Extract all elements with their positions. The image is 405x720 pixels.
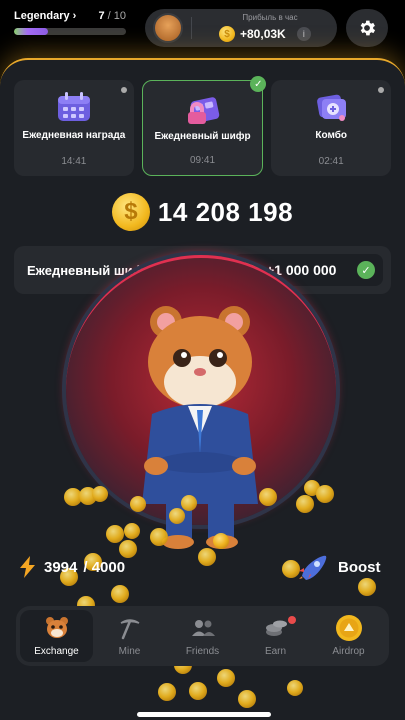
gear-icon — [360, 20, 376, 36]
card-daily-reward[interactable]: Ежедневная награда 14:41 — [14, 80, 134, 176]
nav-label: Airdrop — [332, 646, 365, 657]
hamster-icon — [43, 614, 71, 642]
balance: $ 14 208 198 — [0, 190, 405, 234]
cipher-reward-value: +1 000 000 — [266, 262, 337, 278]
profit-label: Прибыль в час — [242, 13, 298, 22]
boost-button[interactable]: Boost — [298, 554, 381, 580]
level-current: 7 — [98, 10, 105, 22]
combo-cards-icon — [317, 94, 347, 121]
card-title: Комбо — [315, 130, 347, 141]
avatar[interactable] — [153, 13, 183, 43]
check-icon: ✓ — [357, 261, 375, 279]
calendar-icon — [57, 92, 90, 121]
home-indicator — [137, 712, 271, 717]
level-progress-bar — [14, 28, 126, 35]
profit-value: +80,03K — [240, 27, 286, 41]
bottom-nav: Exchange Mine Friends Earn Airdrop — [16, 606, 389, 666]
dollar-coin-icon: $ — [111, 193, 150, 231]
nav-label: Exchange — [34, 646, 79, 657]
level-count: 7 / 10 — [98, 10, 126, 22]
pickaxe-icon — [116, 614, 144, 642]
top-bar: Legendary › 7 / 10 Прибыль в час $ +80,0… — [0, 0, 405, 60]
energy-current: 3994 — [44, 558, 78, 576]
hamster-character[interactable] — [130, 294, 270, 554]
card-title: Ежедневный шифр — [154, 131, 251, 142]
card-timer: 14:41 — [61, 156, 87, 167]
energy: 3994 / 4000 — [18, 556, 125, 578]
nav-earn[interactable]: Earn — [239, 610, 312, 662]
coins-icon — [262, 614, 290, 642]
check-icon: ✓ — [250, 76, 267, 92]
friends-icon — [189, 614, 217, 642]
energy-max: / 4000 — [83, 558, 126, 576]
coin-icon: $ — [219, 26, 235, 42]
balance-value: 14 208 198 — [157, 196, 294, 227]
notification-dot — [378, 87, 385, 93]
nav-mine[interactable]: Mine — [93, 610, 166, 662]
nav-label: Earn — [264, 646, 287, 657]
chevron-right-icon: › — [72, 10, 77, 22]
nav-label: Mine — [118, 646, 141, 657]
level-progress[interactable]: Legendary › 7 / 10 — [14, 10, 126, 35]
level-name: Legendary — [14, 10, 70, 22]
card-daily-cipher[interactable]: ✓ Ежедневный шифр 09:41 — [141, 76, 267, 176]
nav-exchange[interactable]: Exchange — [20, 610, 93, 662]
notification-dot — [288, 616, 296, 624]
nav-friends[interactable]: Friends — [166, 610, 239, 662]
card-title: Ежедневная награда — [22, 130, 126, 141]
lock-icon — [187, 97, 219, 124]
settings-button[interactable] — [346, 9, 388, 47]
card-timer: 09:41 — [189, 155, 216, 166]
profit-per-hour[interactable]: Прибыль в час $ +80,03K i — [145, 9, 337, 47]
card-timer: 02:41 — [318, 156, 344, 167]
daily-cards: Ежедневная награда 14:41 ✓ Ежедневный ши… — [14, 76, 392, 176]
card-combo[interactable]: Комбо 02:41 — [271, 80, 392, 176]
boost-label: Boost — [338, 558, 381, 576]
notification-dot — [120, 87, 127, 93]
nav-label: Friends — [185, 646, 220, 657]
level-progress-fill — [14, 28, 48, 35]
level-label[interactable]: Legendary › — [14, 10, 76, 22]
level-total: / 10 — [107, 10, 126, 22]
lightning-icon — [20, 556, 35, 578]
divider — [191, 17, 192, 39]
rocket-icon — [299, 555, 327, 580]
info-icon[interactable]: i — [296, 27, 311, 41]
nav-airdrop[interactable]: Airdrop — [312, 610, 385, 662]
airdrop-coin-icon — [335, 614, 363, 642]
